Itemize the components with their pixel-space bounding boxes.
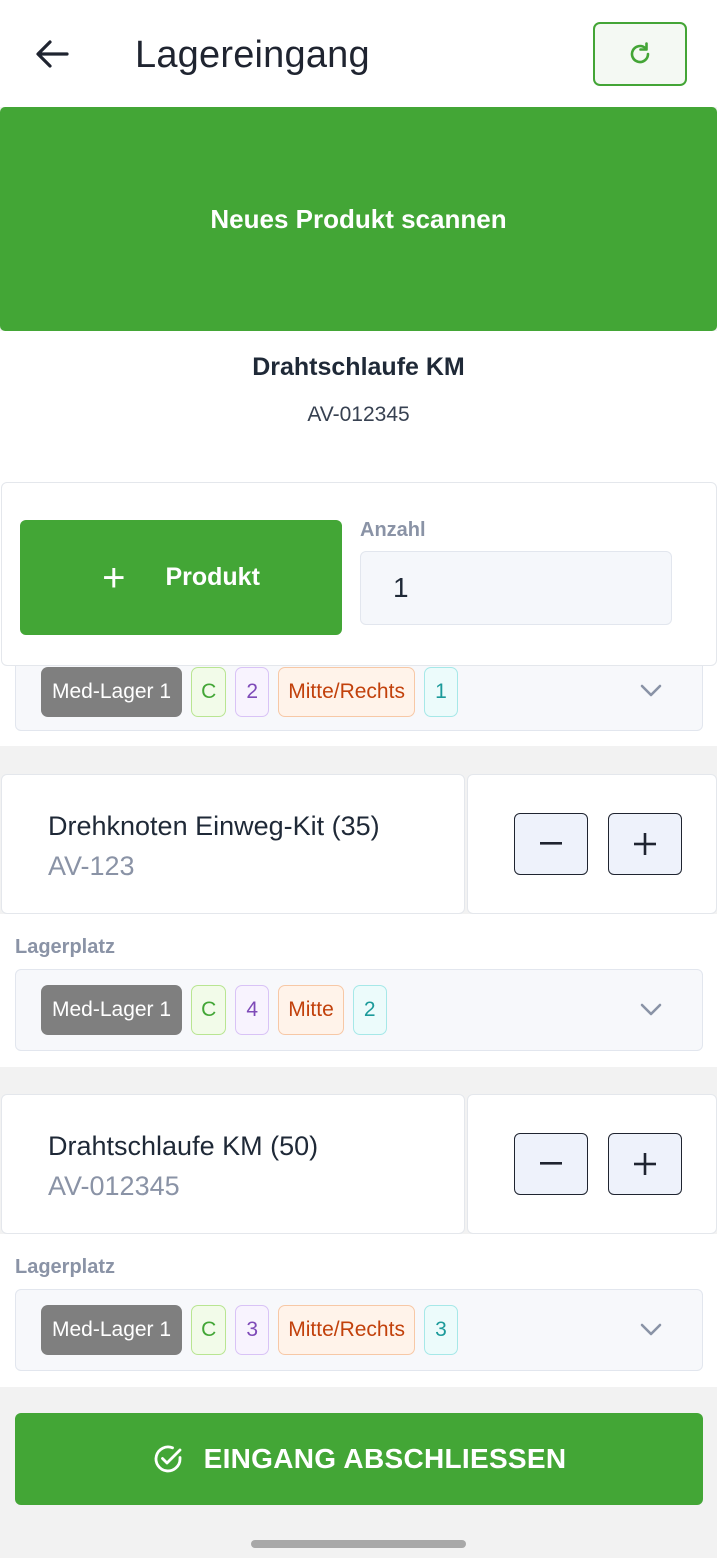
level-chip: 3 xyxy=(423,1305,458,1355)
quantity-stepper xyxy=(467,1094,717,1234)
location-label: Lagerplatz xyxy=(15,936,116,958)
scan-button-label: Neues Produkt scannen xyxy=(210,203,507,234)
item-code: AV-123 xyxy=(48,851,135,881)
home-indicator xyxy=(251,1540,466,1548)
current-product-code: AV-012345 xyxy=(307,403,410,426)
item-code: AV-012345 xyxy=(48,1171,180,1201)
page-title: Lagereingang xyxy=(135,34,370,76)
check-circle-icon xyxy=(154,1445,182,1473)
store-chip: Med-Lager 1 xyxy=(41,1305,183,1355)
decrement-button[interactable] xyxy=(514,1133,588,1195)
item-row: Drehknoten Einweg-Kit (35) AV-123 xyxy=(0,774,717,914)
minus-icon xyxy=(540,1162,562,1165)
current-product-name: Drahtschlaufe KM xyxy=(252,353,465,381)
item-name: Drahtschlaufe KM (50) xyxy=(48,1131,319,1161)
quantity-input[interactable] xyxy=(360,551,672,625)
position-chip: Mitte/Rechts xyxy=(278,1305,415,1355)
item-location-section: Lagerplatz Med-Lager 1 C 3 Mitte/Rechts … xyxy=(0,1234,717,1387)
minus-icon xyxy=(540,842,562,845)
zone-chip: C xyxy=(191,1305,227,1355)
level-chip: 2 xyxy=(352,985,387,1035)
add-product-card: + Produkt Anzahl xyxy=(1,482,717,666)
increment-button[interactable] xyxy=(608,813,682,875)
zone-chip: C xyxy=(191,985,227,1035)
app-header: Lagereingang xyxy=(0,0,717,107)
location-select[interactable]: Med-Lager 1 C 4 Mitte 2 xyxy=(15,969,703,1051)
chevron-down-icon xyxy=(638,997,664,1023)
item-row: Drahtschlaufe KM (50) AV-012345 xyxy=(0,1094,717,1234)
current-product-info: Drahtschlaufe KM AV-012345 xyxy=(0,331,717,481)
back-button[interactable] xyxy=(28,30,76,78)
footer: EINGANG ABSCHLIESSEN xyxy=(0,1387,717,1558)
location-select[interactable]: Med-Lager 1 C 3 Mitte/Rechts 3 xyxy=(15,1289,703,1371)
increment-button[interactable] xyxy=(608,1133,682,1195)
scan-new-product-button[interactable]: Neues Produkt scannen xyxy=(0,107,717,331)
shelf-chip: 2 xyxy=(235,667,270,717)
location-label: Lagerplatz xyxy=(15,1256,116,1278)
plus-icon xyxy=(634,833,656,855)
chevron-down-icon xyxy=(638,678,664,704)
finish-receipt-button[interactable]: EINGANG ABSCHLIESSEN xyxy=(15,1413,703,1505)
shelf-chip: 3 xyxy=(235,1305,270,1355)
add-product-button[interactable]: + Produkt xyxy=(20,520,342,635)
item-card: Drehknoten Einweg-Kit (35) AV-123 xyxy=(1,774,465,914)
decrement-button[interactable] xyxy=(514,813,588,875)
refresh-button[interactable] xyxy=(593,22,687,86)
quantity-label: Anzahl xyxy=(360,519,426,541)
level-chip: 1 xyxy=(423,667,458,717)
location-chips: Med-Lager 1 C 3 Mitte/Rechts 3 xyxy=(41,1290,458,1370)
item-name: Drehknoten Einweg-Kit (35) xyxy=(48,811,380,841)
store-chip: Med-Lager 1 xyxy=(41,985,183,1035)
position-chip: Mitte xyxy=(278,985,344,1035)
zone-chip: C xyxy=(191,667,227,717)
finish-receipt-label: EINGANG ABSCHLIESSEN xyxy=(203,1443,567,1474)
plus-icon xyxy=(634,1153,656,1175)
store-chip: Med-Lager 1 xyxy=(41,667,183,717)
add-product-label: Produkt xyxy=(165,563,260,591)
chevron-down-icon xyxy=(638,1317,664,1343)
plus-icon: + xyxy=(102,555,126,600)
location-chips: Med-Lager 1 C 4 Mitte 2 xyxy=(41,970,387,1050)
position-chip: Mitte/Rechts xyxy=(278,667,415,717)
arrow-left-icon xyxy=(36,40,69,68)
shelf-chip: 4 xyxy=(235,985,270,1035)
quantity-stepper xyxy=(467,774,717,914)
item-card: Drahtschlaufe KM (50) AV-012345 xyxy=(1,1094,465,1234)
item-location-section: Lagerplatz Med-Lager 1 C 4 Mitte 2 xyxy=(0,914,717,1067)
location-chips: Med-Lager 1 C 2 Mitte/Rechts 1 xyxy=(41,659,458,725)
refresh-icon xyxy=(630,42,650,64)
